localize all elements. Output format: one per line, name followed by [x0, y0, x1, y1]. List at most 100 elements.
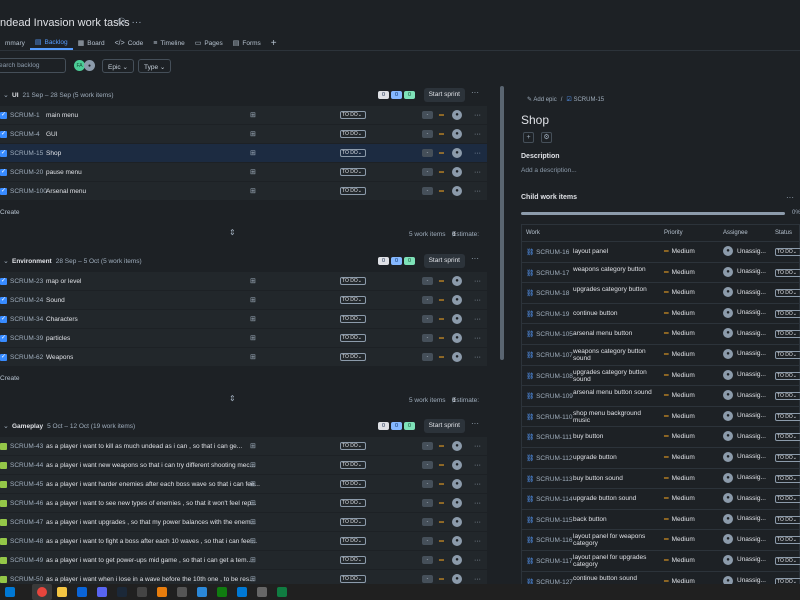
child-priority[interactable]: ═ Medium — [664, 248, 695, 255]
backlog-item-row[interactable]: ✓ SCRUM-23 map or level ⊞ TO DO⌄ - ═ ● ··· — [0, 272, 487, 291]
description-field[interactable]: Add a description... — [521, 167, 577, 174]
child-assignee[interactable]: ● Unassig... — [723, 246, 766, 256]
row-more-icon[interactable]: ··· — [474, 462, 481, 469]
child-item-row[interactable]: ⛓ SCRUM-108 upgrades category button soun… — [522, 366, 800, 387]
item-key[interactable]: SCRUM-62 — [10, 354, 43, 361]
estimate-badge[interactable]: - — [422, 277, 433, 285]
item-summary[interactable]: as a player i want to fight a boss after… — [46, 538, 257, 545]
search-input[interactable]: earch backlog — [0, 58, 66, 73]
team-icon[interactable]: ⚇ — [117, 17, 126, 28]
status-dropdown[interactable]: TO DO⌄ — [340, 277, 366, 285]
unassigned-avatar-icon[interactable]: ● — [452, 555, 462, 565]
child-items-icon[interactable]: ⊞ — [250, 315, 256, 323]
child-summary[interactable]: arsenal menu button — [573, 330, 657, 337]
status-dropdown[interactable]: TO DO⌄ — [340, 315, 366, 323]
backlog-item-row[interactable]: ✓ SCRUM-24 Sound ⊞ TO DO⌄ - ═ ● ··· — [0, 291, 487, 310]
column-status[interactable]: Status — [775, 230, 792, 236]
child-status-dropdown[interactable]: TO DO⌄ — [775, 309, 800, 318]
breadcrumb-issue[interactable]: ☑ SCRUM-15 — [566, 96, 604, 103]
child-status-dropdown[interactable]: TO DO⌄ — [775, 536, 800, 545]
row-more-icon[interactable]: ··· — [474, 443, 481, 450]
child-priority[interactable]: ═ Medium — [664, 454, 695, 461]
item-summary[interactable]: Shop — [46, 150, 61, 157]
tab-mmary[interactable]: mmary — [0, 36, 30, 50]
child-summary[interactable]: upgrade button — [573, 454, 657, 461]
child-items-icon[interactable]: ⊞ — [250, 537, 256, 545]
user-avatar-icon[interactable]: ● — [84, 60, 95, 71]
child-status-dropdown[interactable]: TO DO⌄ — [775, 248, 800, 256]
column-assignee[interactable]: Assignee — [723, 230, 748, 236]
tab-board[interactable]: ▦ Board — [73, 36, 110, 50]
tab-backlog[interactable]: ▤ Backlog — [29, 36, 73, 50]
child-summary[interactable]: weapons category button sound — [573, 348, 657, 362]
child-status-dropdown[interactable]: TO DO⌄ — [775, 453, 800, 462]
row-more-icon[interactable]: ··· — [474, 131, 481, 138]
add-epic-link[interactable]: ✎ Add epic — [527, 96, 557, 103]
unassigned-avatar-icon[interactable]: ● — [452, 148, 462, 158]
backlog-item-row[interactable]: ✓ SCRUM-100 Arsenal menu ⊞ TO DO⌄ - ═ ● ··· — [0, 182, 487, 201]
outlook-taskbar-button[interactable] — [72, 587, 92, 597]
estimate-badge[interactable]: - — [422, 315, 433, 323]
child-assignee[interactable]: ● Unassig... — [723, 287, 766, 298]
child-items-icon[interactable]: ⊞ — [250, 296, 256, 304]
item-key[interactable]: SCRUM-34 — [10, 316, 43, 323]
chevron-down-icon[interactable]: ⌄ — [0, 91, 12, 99]
child-summary[interactable]: upgrades category button — [573, 286, 657, 293]
unassigned-avatar-icon[interactable]: ● — [452, 460, 462, 470]
backlog-item-row[interactable]: SCRUM-46 as a player i want to see new ty… — [0, 494, 487, 513]
child-summary[interactable]: layout panel for weapons category — [573, 533, 657, 547]
vscode-taskbar-button[interactable] — [232, 587, 252, 597]
child-status-dropdown[interactable]: TO DO⌄ — [775, 350, 800, 359]
child-key[interactable]: ⛓ SCRUM-117 — [526, 557, 572, 565]
column-work[interactable]: Work — [526, 230, 540, 236]
item-key[interactable]: SCRUM-20 — [10, 169, 43, 176]
child-summary[interactable]: shop menu background music — [573, 410, 657, 424]
estimate-badge[interactable]: - — [422, 442, 433, 450]
child-priority[interactable]: ═ Medium — [664, 351, 695, 358]
row-more-icon[interactable]: ··· — [474, 297, 481, 304]
status-dropdown[interactable]: TO DO⌄ — [340, 149, 366, 157]
item-key[interactable]: SCRUM-15 — [10, 150, 43, 157]
row-more-icon[interactable]: ··· — [474, 557, 481, 564]
status-dropdown[interactable]: TO DO⌄ — [340, 168, 366, 176]
status-dropdown[interactable]: TO DO⌄ — [340, 575, 366, 583]
child-items-icon[interactable]: ⊞ — [250, 130, 256, 138]
child-items-icon[interactable]: ⊞ — [250, 480, 256, 488]
backlog-item-row[interactable]: SCRUM-48 as a player i want to fight a bo… — [0, 532, 487, 551]
child-item-row[interactable]: ⛓ SCRUM-114 upgrade button sound ═ Medium ● U… — [522, 489, 800, 510]
item-key[interactable]: SCRUM-24 — [10, 297, 43, 304]
xbox-taskbar-button[interactable] — [212, 587, 232, 597]
windows-taskbar-button[interactable] — [0, 587, 20, 597]
child-items-icon[interactable]: ⊞ — [250, 334, 256, 342]
child-key[interactable]: ⛓ SCRUM-108 — [526, 372, 573, 380]
child-priority[interactable]: ═ Medium — [664, 433, 695, 440]
start-sprint-button[interactable]: Start sprint — [423, 88, 465, 102]
backlog-item-row[interactable]: SCRUM-43 as a player i want to kill as mu… — [0, 437, 487, 456]
item-summary[interactable]: as a player i want to see new types of e… — [46, 500, 256, 507]
sprint-header[interactable]: ⌄ UI 21 Sep – 28 Sep (5 work items) 0 0 0 Star… — [0, 86, 487, 104]
item-key[interactable]: SCRUM-100 — [10, 188, 47, 195]
item-summary[interactable]: Characters — [46, 316, 78, 323]
unassigned-avatar-icon[interactable]: ● — [452, 479, 462, 489]
unassigned-avatar-icon[interactable]: ● — [452, 517, 462, 527]
sprint-more-icon[interactable]: ··· — [471, 254, 479, 263]
chevron-down-icon[interactable]: ⌄ — [0, 422, 12, 430]
child-key[interactable]: ⛓ SCRUM-115 — [526, 516, 572, 524]
backlog-scrollbar[interactable] — [500, 86, 504, 360]
child-priority[interactable]: ═ Medium — [664, 413, 695, 420]
child-assignee[interactable]: ● Unassig... — [723, 451, 766, 462]
backlog-item-row[interactable]: ✓ SCRUM-20 pause menu ⊞ TO DO⌄ - ═ ● ··· — [0, 163, 487, 182]
item-summary[interactable]: pause menu — [46, 169, 82, 176]
item-summary[interactable]: particles — [46, 335, 70, 342]
settings-icon[interactable]: ⚙ — [541, 132, 552, 143]
item-summary[interactable]: Weapons — [46, 354, 73, 361]
child-status-dropdown[interactable]: TO DO⌄ — [775, 330, 800, 339]
child-key[interactable]: ⛓ SCRUM-116 — [526, 536, 572, 544]
estimate-badge[interactable]: - — [422, 168, 433, 176]
row-more-icon[interactable]: ··· — [474, 500, 481, 507]
child-priority[interactable]: ═ Medium — [664, 269, 695, 276]
discord-taskbar-button[interactable] — [92, 587, 112, 597]
child-key[interactable]: ⛓ SCRUM-18 — [526, 289, 569, 297]
child-item-row[interactable]: ⛓ SCRUM-112 upgrade button ═ Medium ● Unassig… — [522, 448, 800, 469]
child-key[interactable]: ⛓ SCRUM-19 — [526, 310, 569, 318]
